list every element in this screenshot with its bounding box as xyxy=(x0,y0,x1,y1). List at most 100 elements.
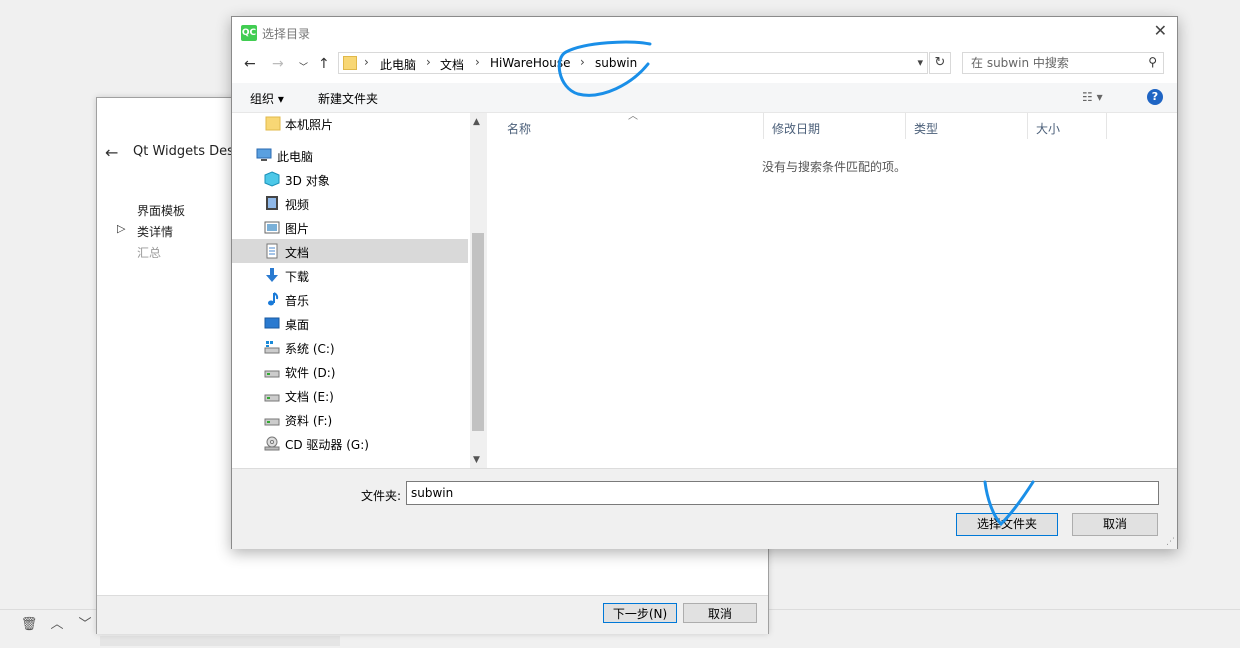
tree-scrollbar[interactable]: ▲ ▼ xyxy=(470,113,486,468)
column-label: 名称 xyxy=(507,122,532,136)
video-icon xyxy=(266,196,278,210)
navigation-row: ← → ﹀ ↑ › 此电脑 › 文档 › HiWareHouse › subwi… xyxy=(232,47,1177,83)
tree-item-music[interactable]: 音乐 xyxy=(232,287,468,311)
tree-item-drive-c[interactable]: 系统 (C:) xyxy=(232,335,468,359)
resize-grip-icon[interactable]: ⋰ xyxy=(1166,537,1175,547)
tree-item-this-pc[interactable]: 此电脑 xyxy=(232,143,468,167)
tree-item-label: 视频 xyxy=(285,198,310,212)
dialog-bottom: 文件夹: 选择文件夹 取消 ⋰ xyxy=(232,468,1177,549)
help-icon[interactable]: ? xyxy=(1147,89,1163,105)
search-box[interactable]: ⚲ xyxy=(962,52,1164,74)
column-header-modified[interactable]: 修改日期 xyxy=(764,113,906,139)
tree-item-label: 软件 (D:) xyxy=(285,366,336,380)
tree-item-desktop[interactable]: 桌面 xyxy=(232,311,468,335)
select-folder-button[interactable]: 选择文件夹 xyxy=(956,513,1058,536)
trash-icon[interactable]: 🗑 xyxy=(20,616,38,634)
computer-icon xyxy=(256,148,272,161)
tree-item-drive-f[interactable]: 资料 (F:) xyxy=(232,407,468,431)
folder-name-input[interactable] xyxy=(406,481,1159,505)
tree-item-drive-g[interactable]: CD 驱动器 (G:) xyxy=(232,431,468,455)
wizard-step-class-details: 类详情 xyxy=(137,225,174,239)
recent-dropdown-icon[interactable]: ﹀ xyxy=(299,60,308,73)
breadcrumb-separator: › xyxy=(426,55,431,69)
tree-item-label: 本机照片 xyxy=(285,118,334,132)
column-label: 修改日期 xyxy=(772,122,821,136)
drive-icon xyxy=(264,370,280,378)
tree-item-label: 系统 (C:) xyxy=(285,342,335,356)
wizard-footer: 下一步(N) 取消 xyxy=(97,595,768,634)
cd-drive-icon xyxy=(264,436,280,451)
column-label: 大小 xyxy=(1036,122,1061,136)
scroll-up-icon[interactable]: ▲ xyxy=(473,117,480,127)
up-icon[interactable]: ↑ xyxy=(318,56,330,72)
tree-item-drive-d[interactable]: 软件 (D:) xyxy=(232,359,468,383)
tree-item-local-photos[interactable]: 本机照片 xyxy=(232,113,468,135)
qtcreator-logo-icon: QC xyxy=(241,25,257,41)
tree-item-3d-objects[interactable]: 3D 对象 xyxy=(232,167,468,191)
breadcrumb-separator: › xyxy=(475,55,480,69)
tree-item-label: 3D 对象 xyxy=(285,174,330,188)
tree-item-drive-e[interactable]: 文档 (E:) xyxy=(232,383,468,407)
breadcrumb-separator: › xyxy=(580,55,585,69)
breadcrumb-hiwarehouse[interactable]: HiWareHouse xyxy=(490,56,570,70)
wizard-cancel-button[interactable]: 取消 xyxy=(683,603,757,623)
scrollbar-thumb[interactable] xyxy=(472,233,484,431)
tree-item-documents[interactable]: 文档 xyxy=(232,239,468,263)
column-header-name[interactable]: 名称 xyxy=(499,113,764,139)
breadcrumb-separator: › xyxy=(364,55,369,69)
folder-icon xyxy=(265,116,281,131)
search-icon[interactable]: ⚲ xyxy=(1148,55,1157,69)
tree-item-downloads[interactable]: 下载 xyxy=(232,263,468,287)
tree-item-videos[interactable]: 视频 xyxy=(232,191,468,215)
tree-item-label: 资料 (F:) xyxy=(285,414,333,428)
desktop-icon xyxy=(264,317,280,329)
refresh-icon[interactable]: ↻ xyxy=(929,52,951,74)
select-directory-dialog: QC 选择目录 ✕ ← → ﹀ ↑ › 此电脑 › 文档 › HiWareHou… xyxy=(231,16,1178,549)
tree-item-label: CD 驱动器 (G:) xyxy=(285,438,369,452)
folder-icon xyxy=(343,56,357,70)
music-icon xyxy=(268,292,279,306)
back-arrow-icon[interactable]: ← xyxy=(105,143,118,162)
column-header-type[interactable]: 类型 xyxy=(906,113,1028,139)
tree-item-label: 下载 xyxy=(285,270,310,284)
address-bar[interactable]: › 此电脑 › 文档 › HiWareHouse › subwin ▾ xyxy=(338,52,928,74)
tree-item-label: 图片 xyxy=(285,222,310,236)
breadcrumb-documents[interactable]: 文档 xyxy=(440,56,464,73)
organize-button[interactable]: 组织 ▾ xyxy=(250,90,284,107)
back-icon[interactable]: ← xyxy=(244,56,256,72)
dialog-cancel-button[interactable]: 取消 xyxy=(1072,513,1158,536)
next-button[interactable]: 下一步(N) xyxy=(603,603,677,623)
wizard-step-template: 界面模板 xyxy=(137,204,186,218)
navigation-tree: 本机照片 此电脑 3D 对象 视频 图片 文档 下载 音乐 桌面 系统 (C:)… xyxy=(232,113,470,468)
forward-icon[interactable]: → xyxy=(272,56,284,72)
breadcrumb-this-pc[interactable]: 此电脑 xyxy=(380,56,416,73)
view-options-icon[interactable]: ☷ ▾ xyxy=(1082,90,1103,104)
dialog-title: 选择目录 xyxy=(262,27,311,41)
drive-icon xyxy=(264,418,280,426)
column-header-size[interactable]: 大小 xyxy=(1028,113,1107,139)
tree-item-label: 桌面 xyxy=(285,318,310,332)
system-drive-icon xyxy=(264,341,280,354)
cube-icon xyxy=(264,171,280,187)
breadcrumb-subwin[interactable]: subwin xyxy=(595,56,637,70)
document-icon xyxy=(266,243,278,259)
chevron-down-icon[interactable]: ﹀ xyxy=(76,616,94,634)
scroll-down-icon[interactable]: ▼ xyxy=(473,455,480,465)
current-step-marker: ▷ xyxy=(117,222,126,235)
address-dropdown-icon[interactable]: ▾ xyxy=(917,56,923,69)
search-input[interactable] xyxy=(963,53,1141,73)
tree-item-label: 文档 xyxy=(285,246,310,260)
chevron-up-icon[interactable]: ︿ xyxy=(48,616,66,634)
dialog-titlebar: QC 选择目录 ✕ xyxy=(232,17,1177,47)
tree-item-label: 音乐 xyxy=(285,294,310,308)
tree-item-pictures[interactable]: 图片 xyxy=(232,215,468,239)
tree-item-label: 文档 (E:) xyxy=(285,390,334,404)
drive-icon xyxy=(264,394,280,402)
file-list: ︿ 名称 修改日期 类型 大小 没有与搜索条件匹配的项。 xyxy=(486,111,1177,468)
close-icon[interactable]: ✕ xyxy=(1154,21,1167,40)
column-label: 类型 xyxy=(914,122,939,136)
empty-message: 没有与搜索条件匹配的项。 xyxy=(762,160,907,174)
wizard-title: Qt Widgets Desig xyxy=(133,144,246,159)
new-folder-button[interactable]: 新建文件夹 xyxy=(318,90,378,107)
wizard-step-summary: 汇总 xyxy=(137,246,162,260)
